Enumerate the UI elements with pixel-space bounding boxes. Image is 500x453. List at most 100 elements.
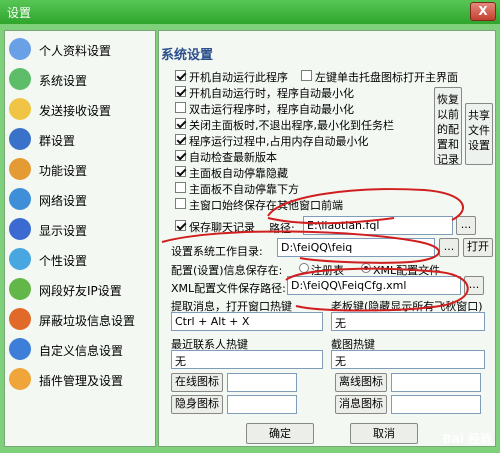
radio-button[interactable]: [361, 263, 371, 273]
group-icon: [9, 128, 31, 150]
option-label: 保存聊天记录: [189, 221, 255, 234]
message-icon-preview: [391, 395, 481, 414]
workdir-input[interactable]: D:\feiQQ\feiq: [277, 238, 435, 257]
sidebar-item-label: 屏蔽垃圾信息设置: [39, 314, 136, 328]
share-files-button[interactable]: 共享文件设置: [465, 103, 493, 165]
checkbox[interactable]: [175, 70, 186, 81]
hotkey-recent-input[interactable]: 无: [171, 350, 323, 369]
block-spam-icon: [9, 308, 31, 330]
option-auto-dock-hide[interactable]: 主面板自动停靠隐藏: [175, 165, 288, 180]
online-icon-preview: [227, 373, 297, 392]
sidebar-item-network[interactable]: 网络设置: [5, 184, 155, 214]
sidebar-item-label: 自定义信息设置: [39, 344, 124, 358]
xml-path-browse-button[interactable]: ...: [464, 276, 484, 295]
option-label: 自动检查最新版本: [189, 151, 277, 164]
checkbox[interactable]: [301, 70, 312, 81]
sidebar-item-label: 个人资料设置: [39, 44, 112, 58]
close-button[interactable]: X: [470, 2, 496, 21]
settings-panel: 系统设置 开机自动运行此程序 左键单击托盘图标打开主界面 开机自动运行时，程序自…: [158, 30, 496, 447]
hotkey-boss-input[interactable]: 无: [331, 312, 485, 331]
checkbox[interactable]: [175, 86, 186, 97]
radio-button[interactable]: [299, 263, 309, 273]
option-dblclick-minimize[interactable]: 双击运行程序时，程序自动最小化: [175, 101, 354, 116]
ip-icon: [9, 278, 31, 300]
checkbox[interactable]: [175, 134, 186, 145]
checkbox[interactable]: [175, 150, 186, 161]
option-label: 主窗口始终保存在其他窗口前端: [189, 199, 343, 212]
option-left-click-tray[interactable]: 左键单击托盘图标打开主界面: [301, 69, 458, 84]
sidebar-item-custom-info[interactable]: 自定义信息设置: [5, 334, 155, 364]
option-label: 开机自动运行此程序: [189, 71, 288, 84]
option-label: 双击运行程序时，程序自动最小化: [189, 103, 354, 116]
option-label: 程序运行过程中,占用内存自动最小化: [189, 135, 369, 148]
profile-icon: [9, 38, 31, 60]
sidebar-item-plugin[interactable]: 插件管理及设置: [5, 364, 155, 394]
option-label: 开机自动运行时，程序自动最小化: [189, 87, 354, 100]
checkbox[interactable]: [175, 220, 186, 231]
offline-icon-preview: [391, 373, 481, 392]
sidebar-item-label: 网段好友IP设置: [39, 284, 122, 298]
checkbox[interactable]: [175, 166, 186, 177]
log-path-input[interactable]: E:\liaotian.fql: [303, 216, 453, 235]
workdir-open-button[interactable]: 打开: [463, 238, 493, 257]
option-close-to-taskbar[interactable]: 关闭主面板时,不退出程序,最小化到任务栏: [175, 117, 394, 132]
panel-title: 系统设置: [161, 48, 214, 63]
option-autostart[interactable]: 开机自动运行此程序: [175, 69, 288, 84]
checkbox[interactable]: [175, 118, 186, 129]
checkbox[interactable]: [175, 198, 186, 209]
function-icon: [9, 158, 31, 180]
option-no-dock-bottom[interactable]: 主面板不自动停靠下方: [175, 181, 299, 196]
hidden-icon-button[interactable]: 隐身图标: [171, 395, 223, 414]
hidden-icon-preview: [227, 395, 297, 414]
message-icon-button[interactable]: 消息图标: [335, 395, 387, 414]
workdir-browse-button[interactable]: ...: [439, 238, 459, 257]
log-path-label: 路径:: [269, 222, 295, 235]
option-save-chat-log[interactable]: 保存聊天记录: [175, 219, 255, 234]
sidebar-item-block-spam[interactable]: 屏蔽垃圾信息设置: [5, 304, 155, 334]
settings-sidebar: 个人资料设置 系统设置 发送接收设置 群设置 功能设置 网络设置 显示设置 个性…: [4, 30, 156, 447]
sidebar-item-function[interactable]: 功能设置: [5, 154, 155, 184]
xml-path-label: XML配置文件保存路径:: [171, 282, 286, 295]
sidebar-item-system[interactable]: 系统设置: [5, 64, 155, 94]
config-save-label: 配置(设置)信息保存在:: [171, 264, 283, 277]
workdir-label: 设置系统工作目录:: [171, 245, 263, 258]
send-receive-icon: [9, 98, 31, 120]
sidebar-item-label: 个性设置: [39, 254, 88, 268]
plugin-icon: [9, 368, 31, 390]
log-path-browse-button[interactable]: ...: [456, 216, 476, 235]
window-title: 设置: [7, 6, 32, 20]
checkbox[interactable]: [175, 102, 186, 113]
hotkey-screenshot-input[interactable]: 无: [331, 350, 485, 369]
sidebar-item-profile[interactable]: 个人资料设置: [5, 34, 155, 64]
sidebar-item-label: 显示设置: [39, 224, 88, 238]
option-always-on-top[interactable]: 主窗口始终保存在其他窗口前端: [175, 197, 343, 212]
option-label: 主面板不自动停靠下方: [189, 183, 299, 196]
checkbox[interactable]: [175, 182, 186, 193]
personalize-icon: [9, 248, 31, 270]
option-memory-minimize[interactable]: 程序运行过程中,占用内存自动最小化: [175, 133, 369, 148]
sidebar-item-label: 群设置: [39, 134, 76, 148]
system-icon: [9, 68, 31, 90]
online-icon-button[interactable]: 在线图标: [171, 373, 223, 392]
sidebar-item-label: 插件管理及设置: [39, 374, 124, 388]
cancel-button[interactable]: 取消: [350, 423, 418, 444]
ok-button[interactable]: 确定: [246, 423, 314, 444]
title-bar: 设置 X: [0, 0, 500, 24]
sidebar-item-personalize[interactable]: 个性设置: [5, 244, 155, 274]
option-auto-update[interactable]: 自动检查最新版本: [175, 149, 277, 164]
restore-config-button[interactable]: 恢复以前的配置和记录: [434, 87, 462, 166]
option-label: 左键单击托盘图标打开主界面: [315, 71, 458, 84]
custom-info-icon: [9, 338, 31, 360]
option-autostart-minimize[interactable]: 开机自动运行时，程序自动最小化: [175, 85, 354, 100]
sidebar-item-group[interactable]: 群设置: [5, 124, 155, 154]
watermark: Bai 经验: [442, 432, 492, 446]
option-label: 主面板自动停靠隐藏: [189, 167, 288, 180]
hotkey-extract-input[interactable]: Ctrl + Alt + X: [171, 312, 323, 331]
sidebar-item-display[interactable]: 显示设置: [5, 214, 155, 244]
offline-icon-button[interactable]: 离线图标: [335, 373, 387, 392]
sidebar-item-send-receive[interactable]: 发送接收设置: [5, 94, 155, 124]
xml-path-input[interactable]: D:\feiQQ\FeiqCfg.xml: [287, 276, 461, 295]
sidebar-item-label: 功能设置: [39, 164, 88, 178]
network-icon: [9, 188, 31, 210]
sidebar-item-ip[interactable]: 网段好友IP设置: [5, 274, 155, 304]
